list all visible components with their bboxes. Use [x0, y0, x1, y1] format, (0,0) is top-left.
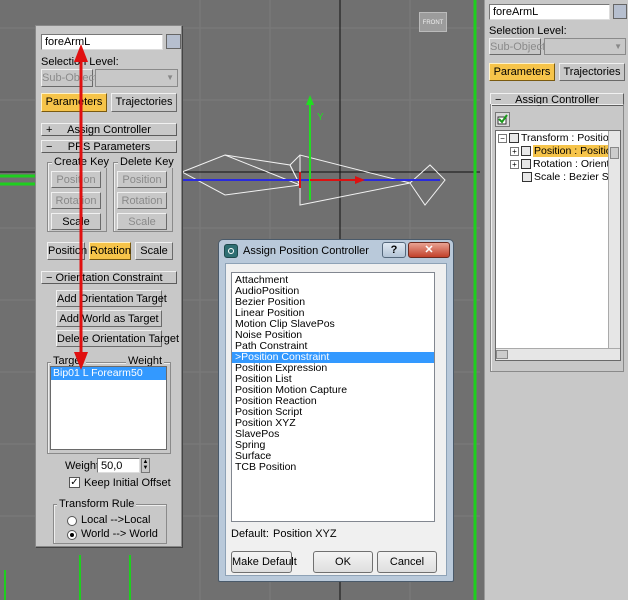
scrollbar-thumb[interactable]	[610, 147, 619, 159]
expand-icon: +	[46, 124, 53, 136]
delete-rotation-key-button[interactable]: Rotation	[117, 192, 167, 209]
viewcube[interactable]: FRONT	[419, 12, 447, 32]
keep-initial-offset-checkbox[interactable]: ✓	[69, 477, 80, 488]
controller-list-item[interactable]: TCB Position	[232, 462, 434, 473]
dialog-title: Assign Position Controller	[243, 245, 369, 257]
help-button[interactable]: ?	[382, 242, 406, 258]
transform-icon	[509, 133, 519, 144]
orientation-constraint-rollout[interactable]: − Orientation Constraint	[41, 271, 177, 284]
tree-vertical-scrollbar[interactable]	[608, 131, 620, 348]
weight-spinner-arrows[interactable]: ▲ ▼	[141, 458, 150, 473]
ok-button[interactable]: OK	[313, 551, 373, 573]
create-position-key-button[interactable]: Position	[51, 171, 101, 188]
app-icon	[224, 244, 238, 258]
world-world-radio[interactable]	[67, 530, 77, 540]
delete-position-key-button[interactable]: Position	[117, 171, 167, 188]
sub-object-dropdown[interactable]: ▼	[544, 38, 626, 55]
sub-object-dropdown[interactable]: ▼	[95, 69, 178, 87]
collapse-icon: −	[498, 133, 507, 143]
scrollbar-thumb[interactable]	[496, 350, 508, 359]
scale-mode-button[interactable]: Scale	[135, 242, 173, 260]
tab-trajectories[interactable]: Trajectories	[111, 93, 177, 112]
tab-parameters[interactable]: Parameters	[41, 93, 107, 112]
default-label: Default:	[231, 528, 269, 540]
object-color-swatch[interactable]	[166, 34, 181, 49]
svg-text:Y: Y	[317, 112, 324, 123]
command-panel: foreArmL Selection Level: Sub-Object ▼ P…	[484, 0, 628, 600]
world-world-label: World --> World	[81, 528, 158, 540]
controller-tree[interactable]: − Transform : Position/ + Position : Posit…	[495, 130, 621, 361]
assign-controller-icon	[497, 114, 508, 125]
delete-scale-key-button[interactable]: Scale	[117, 213, 167, 230]
collapse-icon: −	[46, 272, 53, 284]
floating-motion-panel: foreArmL Selection Level: Sub-Object ▼ P…	[35, 25, 182, 547]
selection-level-label: Selection Level:	[41, 56, 119, 68]
object-name-field[interactable]: foreArmL	[489, 4, 610, 20]
controller-list[interactable]: Attachment AudioPosition Bezier Position Li…	[231, 272, 435, 522]
help-icon: ?	[390, 244, 398, 256]
tree-item-scale[interactable]: Scale : Bezier Scal	[522, 171, 620, 184]
position-mode-button[interactable]: Position	[47, 242, 87, 260]
target-name: Bip01 L Forearm	[53, 367, 131, 379]
chevron-down-icon: ▼	[614, 42, 622, 51]
tab-trajectories[interactable]: Trajectories	[559, 63, 625, 81]
tab-parameters[interactable]: Parameters	[489, 63, 555, 81]
tree-item-label: Rotation : Orientat	[533, 158, 619, 170]
expand-icon: +	[510, 146, 519, 156]
object-name-field[interactable]: foreArmL	[41, 34, 163, 50]
assign-controller-rollout[interactable]: + Assign Controller	[41, 123, 177, 136]
keep-initial-offset-label: Keep Initial Offset	[84, 477, 171, 489]
sub-object-button[interactable]: Sub-Object	[41, 69, 97, 87]
lock-icon	[521, 146, 531, 157]
lock-icon	[521, 159, 531, 170]
add-world-as-target-button[interactable]: Add World as Target	[56, 310, 162, 327]
local-local-radio[interactable]	[67, 516, 77, 526]
collapse-icon: −	[46, 141, 53, 153]
weight-label: Weight	[65, 460, 100, 472]
local-local-label: Local -->Local	[81, 514, 151, 526]
dialog-titlebar[interactable]: Assign Position Controller ? ✕	[219, 240, 453, 263]
prs-parameters-title: PRS Parameters	[67, 141, 151, 153]
delete-orientation-target-button[interactable]: Delete Orientation Target	[56, 330, 179, 347]
make-default-button[interactable]: Make Default	[231, 551, 297, 573]
cancel-button[interactable]: Cancel	[377, 551, 437, 573]
sub-object-button[interactable]: Sub-Object	[489, 38, 545, 55]
create-rotation-key-button[interactable]: Rotation	[51, 192, 101, 209]
tree-root-label: Transform : Position/	[521, 132, 618, 144]
close-icon: ✕	[424, 244, 434, 256]
lock-icon	[522, 172, 532, 183]
expand-icon: +	[510, 159, 519, 169]
assign-controller-button[interactable]	[495, 112, 510, 127]
assign-controller-title: Assign Controller	[67, 124, 151, 136]
target-list[interactable]: Bip01 L Forearm 50	[50, 366, 167, 450]
tree-horizontal-scrollbar[interactable]	[496, 348, 620, 360]
selection-level-label: Selection Level:	[489, 25, 567, 37]
add-orientation-target-button[interactable]: Add Orientation Target	[56, 290, 167, 307]
close-button[interactable]: ✕	[408, 242, 450, 258]
delete-key-label: Delete Key	[118, 156, 176, 168]
orientation-constraint-title: Orientation Constraint	[55, 272, 163, 284]
default-value: Position XYZ	[273, 528, 337, 540]
transform-rule-label: Transform Rule	[57, 498, 137, 510]
tree-root[interactable]: − Transform : Position/	[498, 132, 617, 145]
tree-item-rotation[interactable]: + Rotation : Orientat	[510, 158, 618, 171]
assign-position-controller-dialog: Assign Position Controller ? ✕ Attachmen…	[218, 239, 454, 582]
create-key-label: Create Key	[52, 156, 112, 168]
tree-item-label: Position : Position	[533, 145, 619, 157]
create-scale-key-button[interactable]: Scale	[51, 213, 101, 230]
rotation-mode-button[interactable]: Rotation	[89, 242, 131, 260]
viewcube-label: FRONT	[422, 20, 444, 26]
object-color-swatch[interactable]	[613, 4, 627, 19]
prs-parameters-rollout[interactable]: − PRS Parameters	[41, 140, 177, 153]
target-weight: 50	[131, 367, 143, 379]
chevron-down-icon: ▼	[166, 73, 174, 82]
weight-spinner-input[interactable]: 50,0	[97, 458, 140, 473]
dialog-body: Attachment AudioPosition Bezier Position Li…	[225, 263, 447, 576]
target-list-item[interactable]: Bip01 L Forearm 50	[51, 367, 166, 380]
tree-item-position[interactable]: + Position : Position	[510, 145, 619, 158]
